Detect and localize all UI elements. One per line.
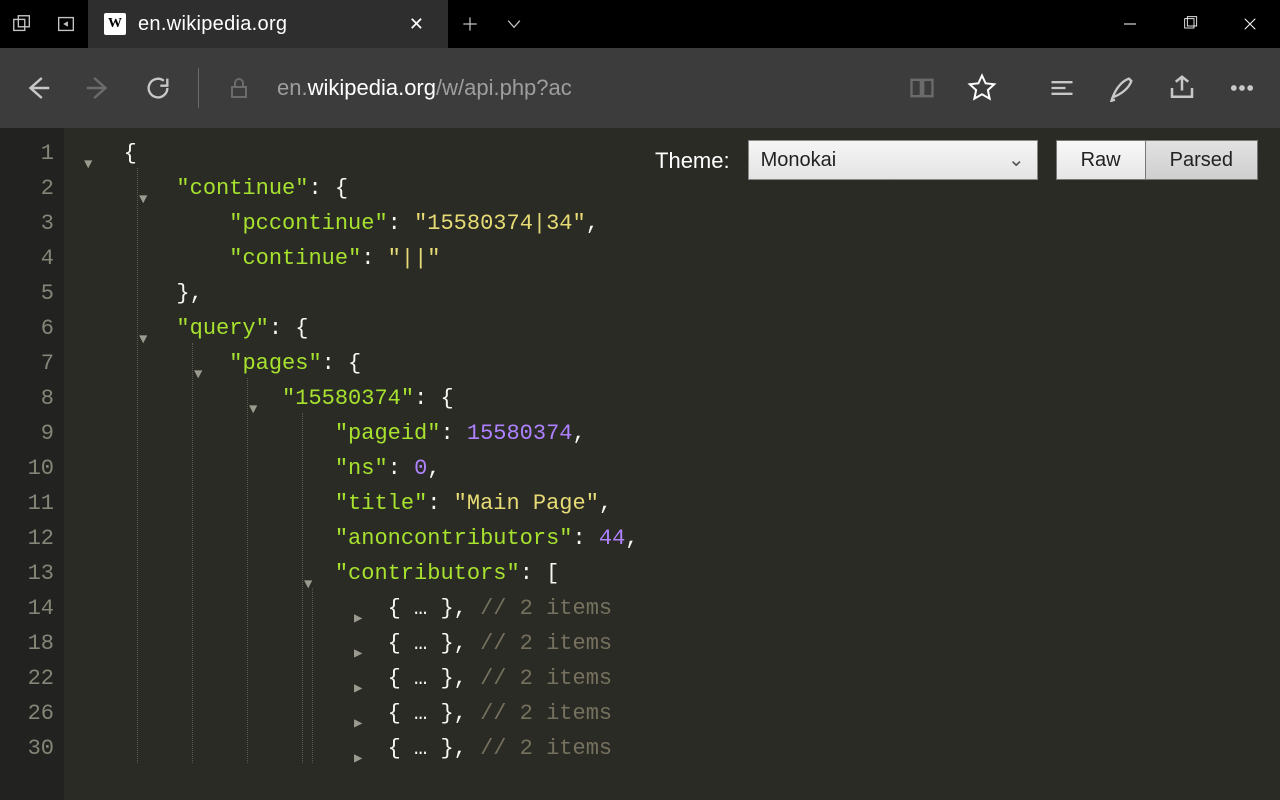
line-number: 18 (0, 626, 54, 661)
theme-label: Theme: (655, 143, 730, 178)
line-number: 26 (0, 696, 54, 731)
favorite-star-icon[interactable] (954, 60, 1010, 116)
lock-icon (211, 60, 267, 116)
window-controls (1100, 0, 1280, 48)
json-viewer: 1 2 3 4 5 6 7 8 9 10 11 12 13 14 18 22 2… (0, 128, 1280, 800)
more-icon[interactable] (1214, 60, 1270, 116)
line-number: 4 (0, 241, 54, 276)
toolbar: en.wikipedia.org/w/api.php?ac (0, 48, 1280, 128)
line-number: 5 (0, 276, 54, 311)
maximize-icon[interactable] (1160, 16, 1220, 32)
hub-icon[interactable] (1034, 60, 1090, 116)
line-number: 1 (0, 136, 54, 171)
line-number: 8 (0, 381, 54, 416)
line-number: 2 (0, 171, 54, 206)
theme-value: Monokai (761, 143, 837, 178)
theme-select[interactable]: Monokai ⌄ (748, 140, 1038, 180)
address-bar[interactable]: en.wikipedia.org/w/api.php?ac (271, 75, 890, 101)
line-number: 10 (0, 451, 54, 486)
titlebar-left (0, 0, 88, 48)
browser-tab[interactable]: W en.wikipedia.org ✕ (88, 0, 448, 48)
line-number: 12 (0, 521, 54, 556)
raw-button[interactable]: Raw (1056, 140, 1146, 180)
share-icon[interactable] (1154, 60, 1210, 116)
line-number: 22 (0, 661, 54, 696)
line-number: 3 (0, 206, 54, 241)
fold-toggle-icon[interactable] (354, 742, 362, 777)
line-gutter: 1 2 3 4 5 6 7 8 9 10 11 12 13 14 18 22 2… (0, 128, 64, 800)
close-tab-icon[interactable]: ✕ (401, 10, 432, 39)
chevron-down-icon: ⌄ (1008, 143, 1025, 178)
favicon: W (104, 13, 126, 35)
forward-icon[interactable] (70, 60, 126, 116)
tab-chevron-down-icon[interactable] (492, 0, 536, 48)
line-number: 11 (0, 486, 54, 521)
code-area[interactable]: { "continue": { "pccontinue": "15580374|… (64, 128, 1280, 800)
parsed-button[interactable]: Parsed (1146, 140, 1258, 180)
viewer-controls: Theme: Monokai ⌄ Raw Parsed (655, 140, 1258, 180)
notes-icon[interactable] (1094, 60, 1150, 116)
view-mode-toggle: Raw Parsed (1056, 140, 1258, 180)
line-number: 7 (0, 346, 54, 381)
line-number: 9 (0, 416, 54, 451)
titlebar: W en.wikipedia.org ✕ (0, 0, 1280, 48)
tab-title: en.wikipedia.org (138, 13, 389, 36)
address-text: en.wikipedia.org/w/api.php?ac (271, 75, 572, 101)
minimize-icon[interactable] (1100, 15, 1160, 33)
tab-actions-icon[interactable] (0, 13, 44, 35)
line-number: 6 (0, 311, 54, 346)
close-window-icon[interactable] (1220, 15, 1280, 33)
refresh-icon[interactable] (130, 60, 186, 116)
line-number: 14 (0, 591, 54, 626)
reading-view-icon[interactable] (894, 60, 950, 116)
line-number: 13 (0, 556, 54, 591)
new-tab-icon[interactable] (448, 0, 492, 48)
line-number: 30 (0, 731, 54, 766)
set-aside-tabs-icon[interactable] (44, 13, 88, 35)
separator (198, 68, 199, 108)
back-icon[interactable] (10, 60, 66, 116)
